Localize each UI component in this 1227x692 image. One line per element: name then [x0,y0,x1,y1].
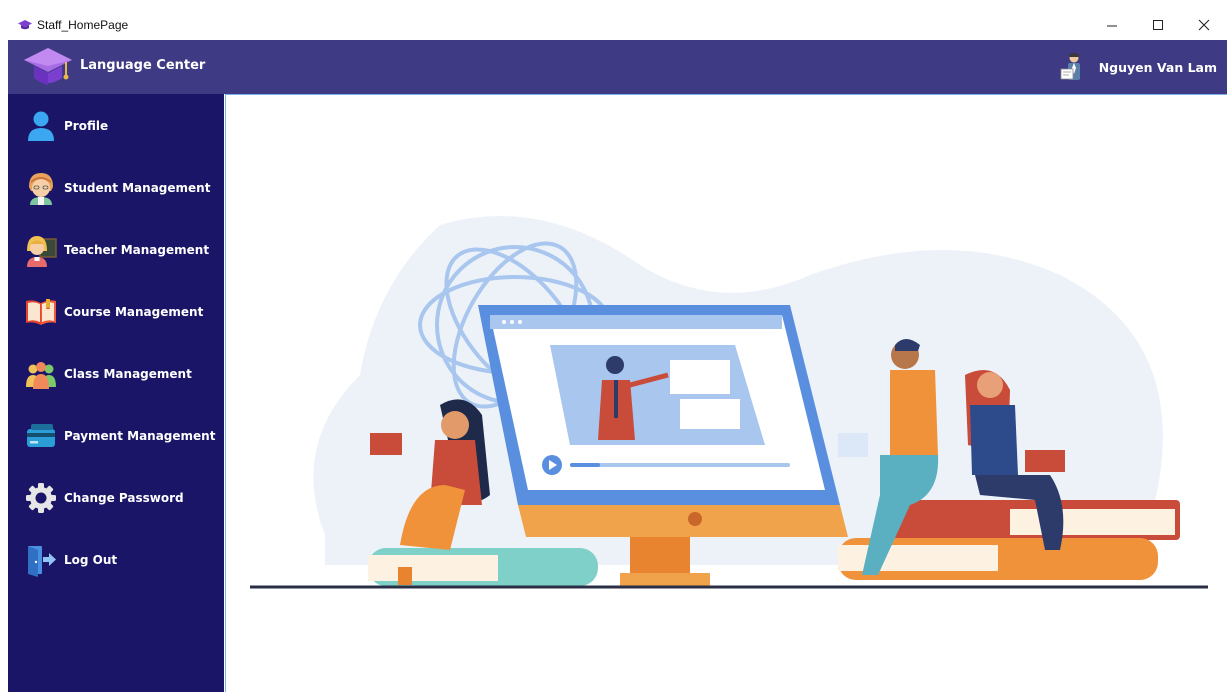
student-icon [24,171,58,205]
window-controls [1089,10,1227,40]
user-avatar-icon [1059,52,1085,82]
graduation-cap-icon [16,16,34,34]
maximize-button[interactable] [1135,10,1181,40]
online-learning-illustration [250,216,1208,589]
book-icon [24,295,58,329]
app-header: Language Center Nguyen Van Lam [8,40,1227,94]
teacher-icon [24,233,58,267]
sidebar-item-label: Course Management [64,305,204,319]
close-icon [1198,19,1210,31]
user-name: Nguyen Van Lam [1098,59,1217,75]
close-button[interactable] [1181,10,1227,40]
sidebar-item-label: Class Management [64,367,192,381]
graduation-cap-icon [22,44,74,90]
user-info[interactable]: Nguyen Van Lam [1059,40,1217,94]
user-icon [24,109,58,143]
sidebar-item-log-out[interactable]: Log Out [8,537,224,583]
main-content [225,94,1227,692]
credit-card-icon [24,419,58,453]
window-titlebar[interactable]: Staff_HomePage [8,10,1227,40]
sidebar-item-label: Teacher Management [64,243,210,257]
sidebar-item-course-management[interactable]: Course Management [8,289,224,335]
app-brand-name: Language Center [80,58,206,73]
sidebar-item-student-management[interactable]: Student Management [8,165,224,211]
sidebar-item-label: Change Password [64,491,184,505]
gear-icon [24,481,58,515]
sidebar-item-label: Log Out [64,553,118,567]
sidebar-item-payment-management[interactable]: Payment Management [8,413,224,459]
sidebar-item-teacher-management[interactable]: Teacher Management [8,227,224,273]
sidebar-item-label: Payment Management [64,429,216,443]
window-title: Staff_HomePage [37,18,129,32]
people-group-icon [24,357,58,391]
sidebar-item-label: Student Management [64,181,211,195]
sidebar-nav: Profile Student Management Teacher Manag… [8,94,224,692]
logout-icon [24,543,58,577]
staff-homepage-window: Staff_HomePage Language Center Nguyen Va… [0,0,1227,692]
sidebar-item-label: Profile [64,119,109,133]
sidebar-item-profile[interactable]: Profile [8,103,224,149]
minimize-button[interactable] [1089,10,1135,40]
minimize-icon [1107,25,1117,27]
maximize-icon [1153,20,1163,30]
sidebar-item-change-password[interactable]: Change Password [8,475,224,521]
sidebar-item-class-management[interactable]: Class Management [8,351,224,397]
